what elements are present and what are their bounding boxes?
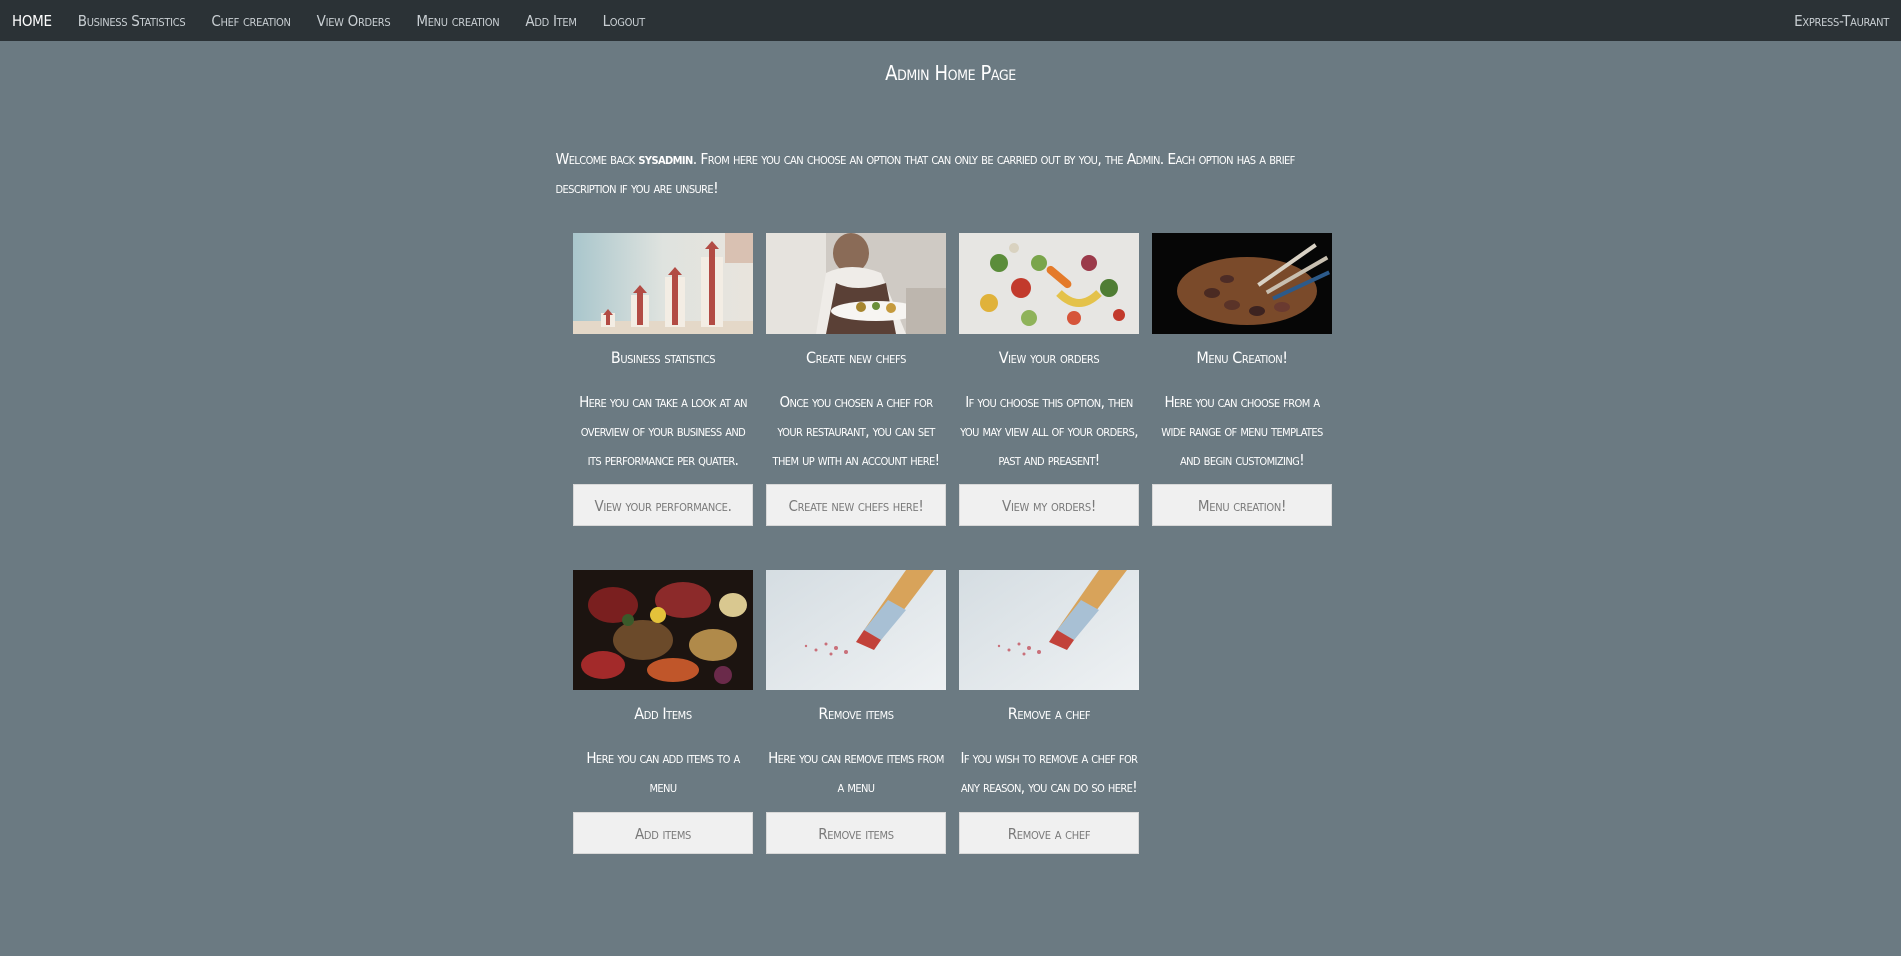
menu-creation-button[interactable]: Menu creation!: [1152, 484, 1332, 526]
nav-home[interactable]: HOME: [12, 12, 52, 30]
remove-items-button[interactable]: Remove items: [766, 812, 946, 854]
add-items-button[interactable]: Add items: [573, 812, 753, 854]
pencil-eraser-image: [959, 570, 1139, 690]
card-description: Here you can add items to a menu: [586, 749, 740, 796]
card-create-chefs: Create new chefs Once you chosen a chef …: [766, 233, 946, 526]
card-description: Here you can choose from a wide range of…: [1161, 393, 1323, 469]
welcome-text: Welcome back sysadmin. From here you can…: [556, 145, 1346, 203]
brand-name[interactable]: Express-Taurant: [1794, 12, 1889, 30]
card-remove-chef: Remove a chef If you wish to remove a ch…: [959, 570, 1139, 854]
nav-add-item[interactable]: Add Item: [525, 12, 576, 30]
card-description: Once you chosen a chef for your restaura…: [772, 393, 941, 469]
card-description: If you wish to remove a chef for any rea…: [960, 749, 1139, 796]
card-add-items: Add Items Here you can add items to a me…: [573, 570, 753, 854]
card-title: Create new chefs: [806, 348, 906, 367]
create-chefs-button[interactable]: Create new chefs here!: [766, 484, 946, 526]
card-title: Business statistics: [610, 348, 716, 367]
growth-chart-image: [573, 233, 753, 334]
welcome-prefix: Welcome back: [555, 150, 639, 168]
remove-chef-button[interactable]: Remove a chef: [959, 812, 1139, 854]
card-title: Menu Creation!: [1196, 348, 1288, 367]
nav-logout[interactable]: Logout: [603, 12, 646, 30]
card-title: View your orders: [998, 348, 1100, 367]
food-spread-image: [573, 570, 753, 690]
card-title: Remove a chef: [1007, 704, 1091, 723]
card-menu-creation: Menu Creation! Here you can choose from …: [1152, 233, 1332, 526]
vegetables-image: [959, 233, 1139, 334]
card-business-statistics: Business statistics Here you can take a …: [573, 233, 753, 526]
card-description: If you choose this option, then you may …: [960, 393, 1138, 469]
page-title: Admin Home Page: [885, 61, 1016, 85]
chef-cooking-image: [766, 233, 946, 334]
pencil-eraser-image: [766, 570, 946, 690]
card-title: Add Items: [634, 704, 692, 723]
username: sysadmin: [638, 150, 693, 168]
nav-business-statistics[interactable]: Business Statistics: [78, 12, 186, 30]
nav-menu-creation[interactable]: Menu creation: [416, 12, 499, 30]
card-view-orders: View your orders If you choose this opti…: [959, 233, 1139, 526]
nav-view-orders[interactable]: View Orders: [317, 12, 391, 30]
nav-chef-creation[interactable]: Chef creation: [211, 12, 291, 30]
paint-palette-image: [1152, 233, 1332, 334]
view-orders-button[interactable]: View my orders!: [959, 484, 1139, 526]
card-description: Here you can remove items from a menu: [768, 749, 944, 796]
card-title: Remove items: [818, 704, 894, 723]
card-description: Here you can take a look at an overview …: [579, 393, 747, 469]
options-grid: Business statistics Here you can take a …: [568, 233, 1333, 854]
top-navbar: HOME Business Statistics Chef creation V…: [0, 0, 1901, 41]
nav-links: HOME Business Statistics Chef creation V…: [12, 12, 645, 30]
view-performance-button[interactable]: View your performance.: [573, 484, 753, 526]
card-remove-items: Remove items Here you can remove items f…: [766, 570, 946, 854]
